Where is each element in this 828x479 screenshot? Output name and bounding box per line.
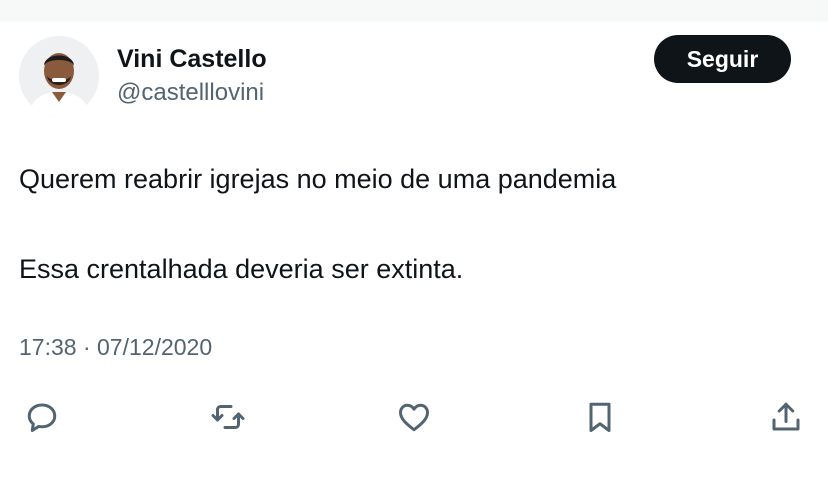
author-handle[interactable]: @castelllovini — [117, 79, 264, 107]
top-strip — [0, 0, 828, 22]
tweet-date: 07/12/2020 — [97, 334, 213, 360]
share-button[interactable] — [764, 395, 808, 439]
bookmark-icon — [589, 402, 611, 432]
like-icon — [399, 403, 429, 432]
author-name[interactable]: Vini Castello — [117, 45, 267, 74]
retweet-icon — [211, 405, 245, 429]
reply-button[interactable] — [20, 395, 64, 439]
bookmark-button[interactable] — [578, 395, 622, 439]
tweet-timestamp[interactable]: 17:38 · 07/12/2020 — [19, 334, 212, 361]
like-button[interactable] — [392, 395, 436, 439]
tweet-time: 17:38 — [19, 334, 77, 360]
reply-icon — [27, 403, 57, 432]
avatar[interactable] — [19, 36, 99, 116]
follow-button[interactable]: Seguir — [654, 35, 791, 83]
tweet-text-line: Querem reabrir igrejas no meio de uma pa… — [19, 164, 617, 194]
timestamp-separator: · — [82, 334, 91, 360]
retweet-button[interactable] — [206, 395, 250, 439]
share-icon — [772, 402, 800, 431]
tweet-text-line: Essa crentalhada deveria ser extinta. — [19, 254, 464, 284]
avatar-image — [19, 36, 99, 116]
